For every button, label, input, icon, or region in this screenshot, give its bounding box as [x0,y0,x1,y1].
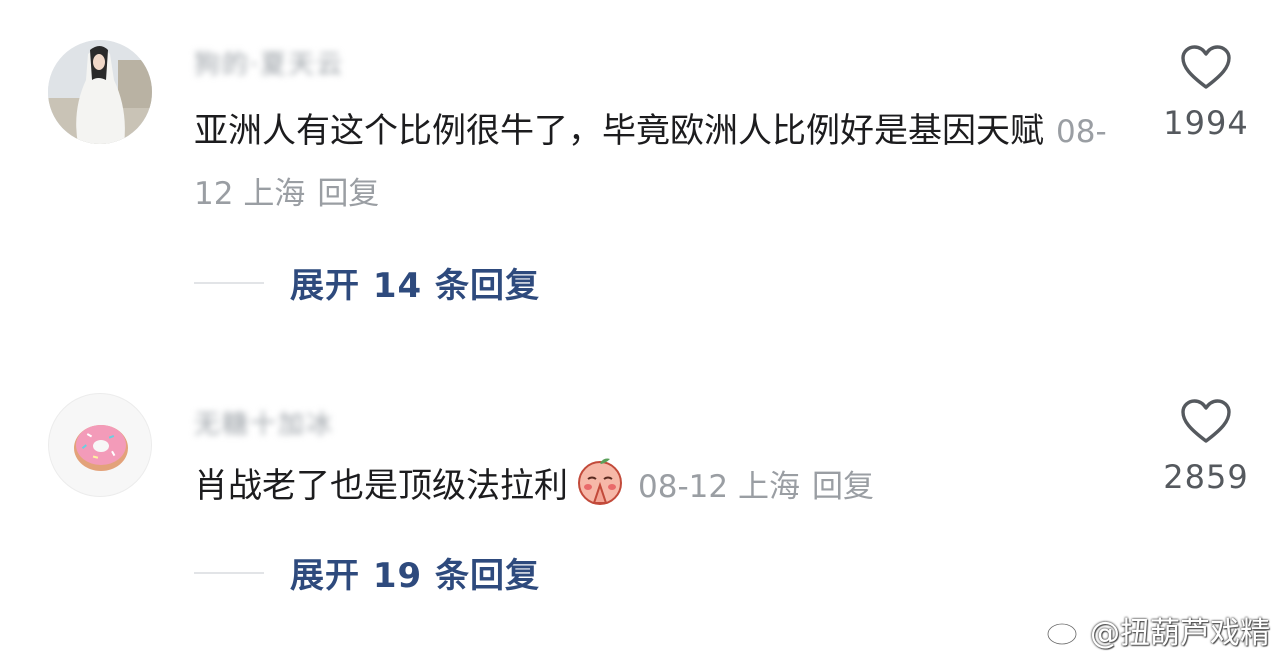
watermark-text: @扭葫芦戏精 [1090,616,1270,651]
avatar[interactable] [48,393,152,497]
comment-item: 无糖十加冰 肖战老了也是顶级法拉利 08-12 上海 回复 展开 19 条回复 2… [0,360,1284,610]
avatar[interactable] [48,40,152,144]
comment-location: 上海 [243,176,306,212]
username[interactable]: 狗的·夏天云 [194,44,344,81]
like-button[interactable]: 2859 [1160,398,1252,496]
praying-peach-emoji [578,458,622,505]
pink-donut-icon [74,425,128,471]
weibo-logo-icon [1046,617,1083,646]
avatar-photo [48,40,152,144]
comment-text: 肖战老了也是顶级法拉利 08-12 上海 回复 [194,455,1124,518]
like-count: 2859 [1163,458,1249,496]
expand-replies-label: 展开 14 条回复 [290,266,540,306]
reply-button[interactable]: 回复 [317,176,379,212]
comment-text: 亚洲人有这个比例很牛了，毕竟欧洲人比例好是基因天赋 08-12 上海 回复 [194,101,1124,225]
expand-replies-button[interactable]: 展开 19 条回复 [194,548,540,597]
username[interactable]: 无糖十加冰 [194,404,334,441]
heart-icon [1181,45,1231,89]
comment-location: 上海 [737,469,800,505]
heart-icon [1181,399,1231,443]
expand-replies-label: 展开 19 条回复 [290,556,540,596]
comment-date: 08-12 [638,469,729,505]
divider-line [194,571,264,574]
comment-item: 狗的·夏天云 亚洲人有这个比例很牛了，毕竟欧洲人比例好是基因天赋 08-12 上海… [0,0,1284,330]
reply-button[interactable]: 回复 [812,469,874,505]
divider-line [194,281,264,284]
expand-replies-button[interactable]: 展开 14 条回复 [194,258,540,307]
watermark: @扭葫芦戏精 [1046,608,1270,652]
like-count: 1994 [1163,104,1249,142]
comment-content: 亚洲人有这个比例很牛了，毕竟欧洲人比例好是基因天赋 [194,111,1044,151]
comment-content: 肖战老了也是顶级法拉利 [194,466,568,506]
like-button[interactable]: 1994 [1160,44,1252,142]
